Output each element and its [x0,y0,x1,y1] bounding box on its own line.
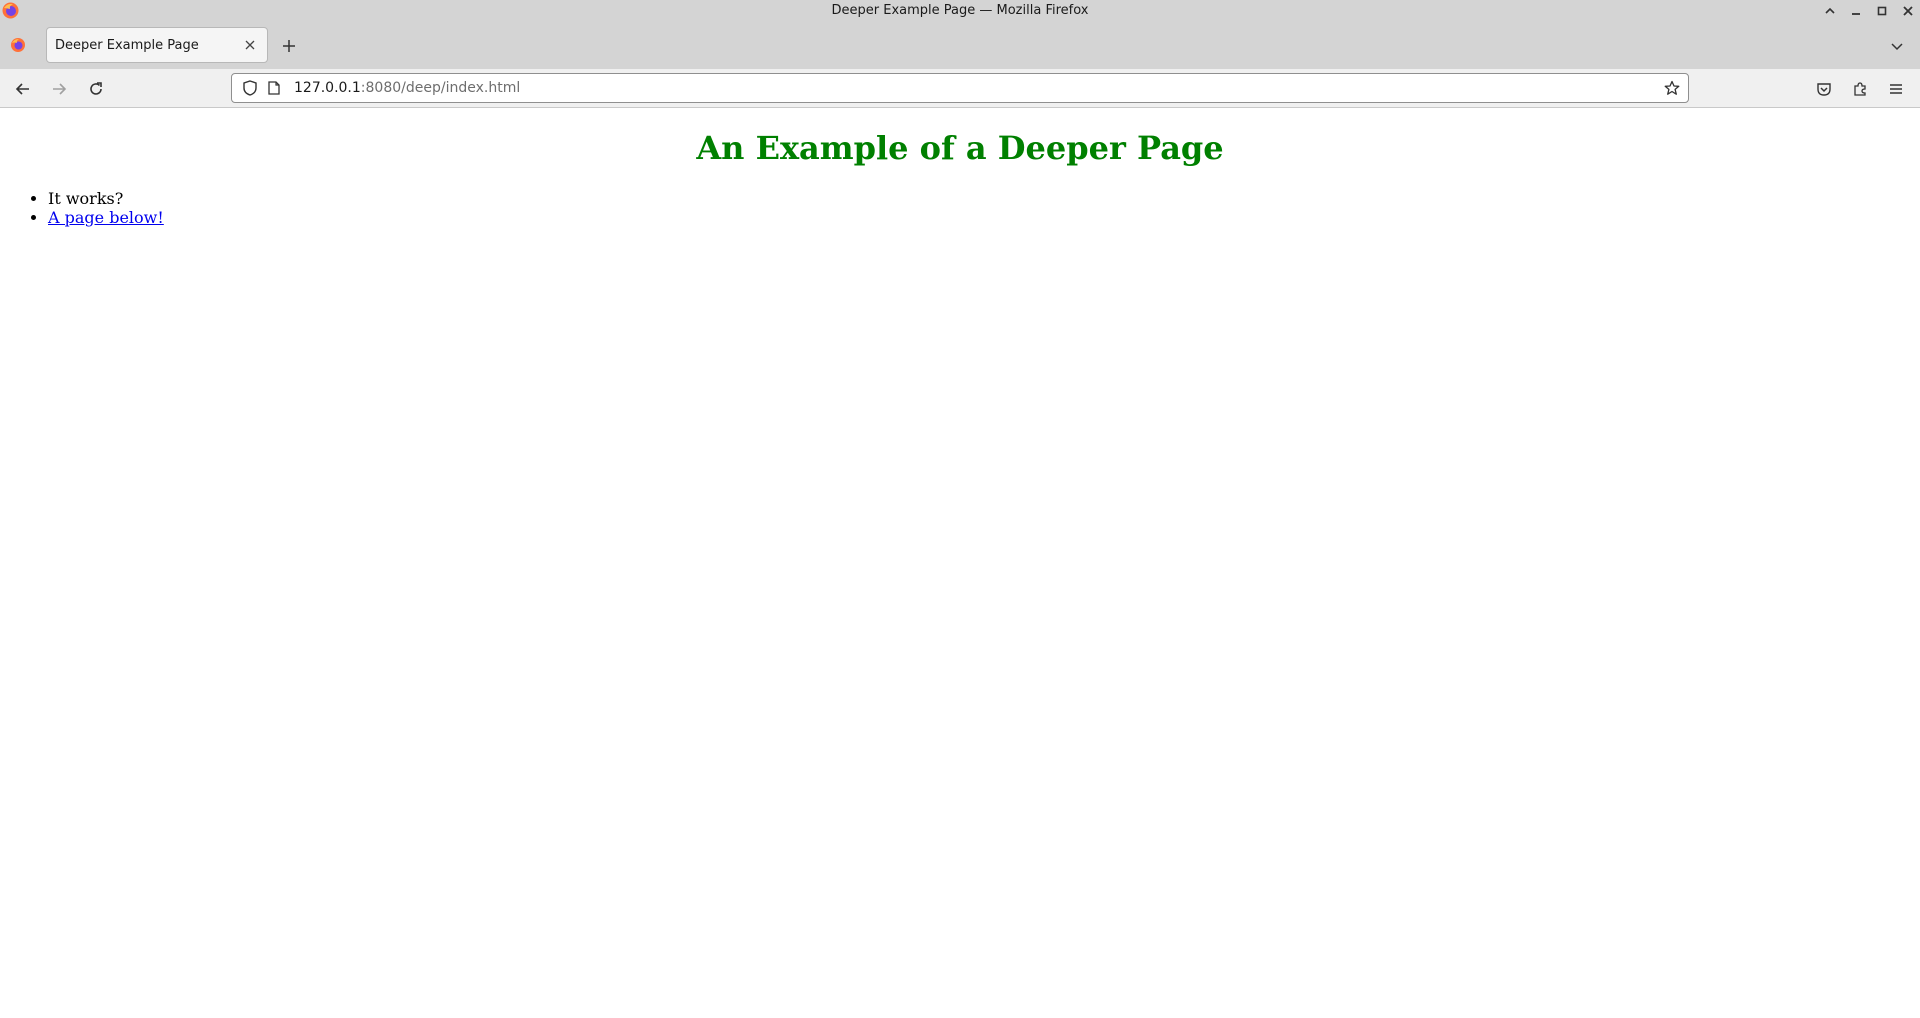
url-text[interactable]: 127.0.0.1:8080/deep/index.html [294,80,520,96]
url-host: 127.0.0.1 [294,80,361,96]
forward-arrow-icon[interactable] [47,77,71,101]
page-below-link[interactable]: A page below! [48,208,164,227]
bookmark-star-icon[interactable] [1662,78,1682,98]
maximize-icon[interactable] [1876,5,1888,17]
window-shade-icon[interactable] [1824,5,1836,17]
list-item: A page below! [48,208,1920,227]
pocket-icon[interactable] [1812,77,1836,101]
back-arrow-icon[interactable] [11,77,35,101]
extensions-puzzle-icon[interactable] [1848,77,1872,101]
close-window-icon[interactable] [1902,5,1914,17]
hamburger-menu-icon[interactable] [1884,77,1908,101]
close-icon[interactable] [239,34,261,56]
list-item-text: It works? [48,189,124,208]
page-content: An Example of a Deeper Page It works? A … [0,109,1920,1018]
page-heading: An Example of a Deeper Page [696,129,1224,167]
url-bar[interactable]: 127.0.0.1:8080/deep/index.html [231,73,1689,103]
tab-title: Deeper Example Page [55,37,199,53]
navigation-toolbar: 127.0.0.1:8080/deep/index.html [0,69,1920,108]
window-titlebar: Deeper Example Page — Mozilla Firefox [0,0,1920,21]
window-controls [1824,0,1920,21]
tab-strip: Deeper Example Page [0,21,1920,69]
chevron-down-icon[interactable] [1886,35,1908,57]
url-path: :8080/deep/index.html [360,80,521,96]
tab-deeper-example-page[interactable]: Deeper Example Page [46,27,268,63]
item-list: It works? A page below! [0,189,1920,227]
window-title: Deeper Example Page — Mozilla Firefox [831,3,1089,18]
list-item: It works? [48,189,1920,208]
firefox-logo-icon [2,2,19,19]
firefox-view-icon[interactable] [10,37,26,53]
reload-icon[interactable] [84,77,108,101]
page-icon[interactable] [264,78,284,98]
new-tab-plus-icon[interactable] [278,35,300,57]
minimize-icon[interactable] [1850,5,1862,17]
shield-icon[interactable] [240,78,260,98]
